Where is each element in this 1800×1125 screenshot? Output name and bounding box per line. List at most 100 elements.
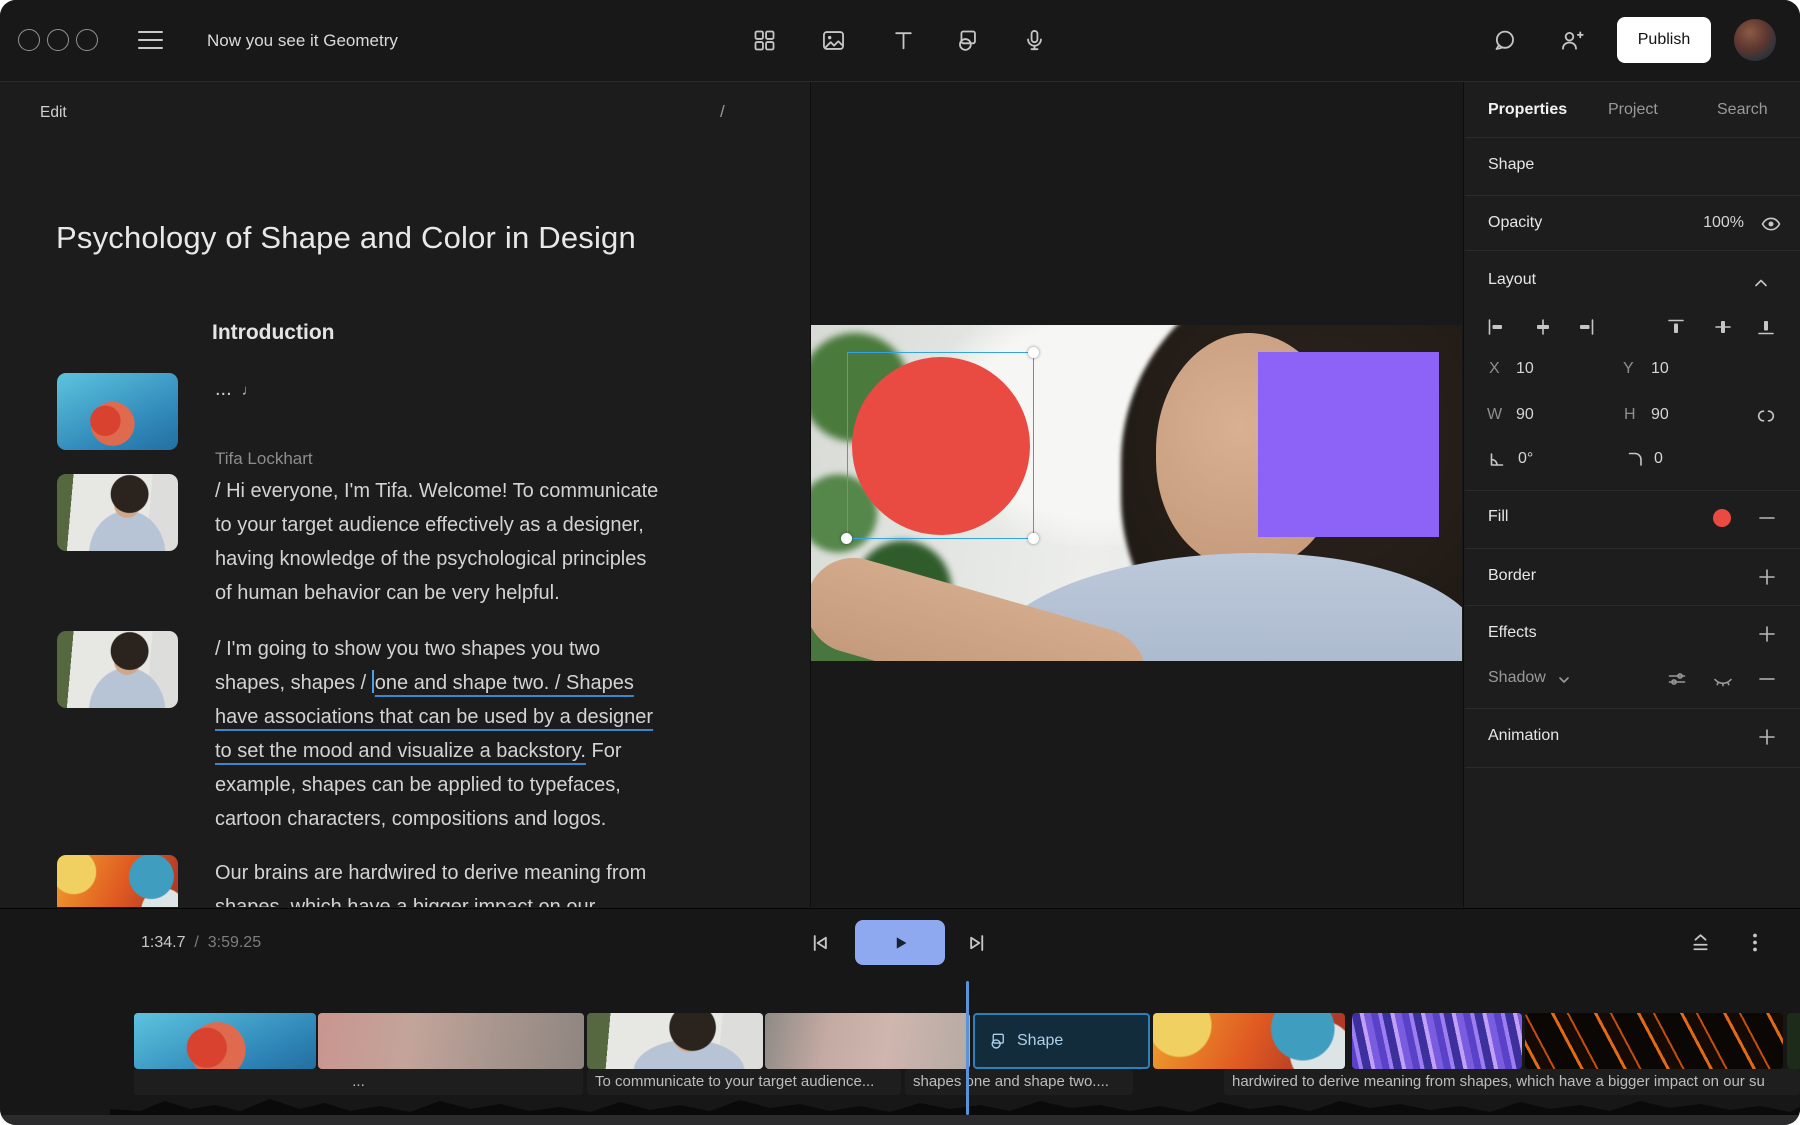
timeline-clip-blur-2[interactable]: [765, 1013, 970, 1069]
scene-thumbnail-speaker-wave[interactable]: [57, 474, 178, 551]
window-controls: [18, 29, 98, 51]
border-add-plus-icon[interactable]: [1755, 565, 1779, 589]
fill-remove-minus-icon[interactable]: [1755, 506, 1779, 530]
speaker-name[interactable]: Tifa Lockhart: [215, 449, 313, 469]
effects-label: Effects: [1488, 624, 1537, 642]
timeline-clip-speaker[interactable]: [587, 1013, 763, 1069]
opacity-label: Opacity: [1488, 214, 1542, 232]
timeline-clip-shape-selected[interactable]: Shape: [973, 1013, 1150, 1069]
scene-thumbnail-paint[interactable]: [57, 855, 178, 907]
shape-clip-icon: [987, 1031, 1007, 1051]
playhead[interactable]: [966, 981, 969, 1115]
effects-add-plus-icon[interactable]: [1755, 622, 1779, 646]
shadow-settings-sliders-icon[interactable]: [1665, 667, 1689, 691]
w-value[interactable]: 90: [1516, 406, 1534, 424]
layout-collapse-chevron-up-icon[interactable]: [1751, 273, 1771, 293]
app-window: Now you see it Geometry Publish Edit / P…: [0, 0, 1800, 1125]
y-label: Y: [1623, 360, 1634, 378]
timeline-clip-lava[interactable]: [1525, 1013, 1783, 1069]
w-label: W: [1487, 406, 1502, 424]
record-mic-icon[interactable]: [1021, 27, 1048, 54]
more-options-kebab-icon[interactable]: [1744, 929, 1766, 956]
align-bottom-icon[interactable]: [1755, 316, 1777, 338]
text-cursor: [372, 670, 374, 693]
layout-section-header: Layout: [1488, 271, 1536, 289]
shadow-chevron-down-icon[interactable]: [1557, 673, 1571, 687]
skip-back-icon[interactable]: [806, 929, 834, 957]
shapes-tool-icon[interactable]: [953, 27, 980, 54]
timeline-panel: 1:34.7 / 3:59.25 Shape ... T: [0, 908, 1800, 1125]
x-label: X: [1489, 360, 1500, 378]
timeline-toggle-icon[interactable]: [1687, 929, 1714, 956]
scene-thumbnail-pool[interactable]: [57, 373, 178, 450]
corner-radius-value[interactable]: 0: [1654, 450, 1663, 468]
align-center-vertical-icon[interactable]: [1712, 316, 1734, 338]
selection-handle-top-right[interactable]: [1028, 347, 1039, 358]
paragraph-2[interactable]: / I'm going to show you two shapes you t…: [215, 632, 653, 836]
add-collaborator-icon[interactable]: [1558, 27, 1585, 54]
comments-icon[interactable]: [1491, 27, 1518, 54]
tab-project[interactable]: Project: [1608, 101, 1658, 119]
paragraph-3[interactable]: Our brains are hardwired to derive meani…: [215, 856, 646, 907]
y-value[interactable]: 10: [1651, 360, 1669, 378]
media-image-icon[interactable]: [820, 27, 847, 54]
shadow-dropdown-label[interactable]: Shadow: [1488, 669, 1546, 687]
current-time: 1:34.7: [141, 934, 185, 951]
edit-label: Edit: [40, 104, 67, 122]
selection-bounding-box[interactable]: [847, 352, 1034, 539]
x-value[interactable]: 10: [1516, 360, 1534, 378]
menu-icon[interactable]: [138, 31, 163, 49]
layouts-icon[interactable]: [751, 27, 778, 54]
tab-search[interactable]: Search: [1717, 101, 1768, 119]
selection-handle-bottom-right[interactable]: [1028, 533, 1039, 544]
text-tool-icon[interactable]: [890, 27, 917, 54]
constrain-proportions-link-icon[interactable]: [1754, 404, 1778, 428]
section-heading[interactable]: Introduction: [212, 321, 334, 345]
rotation-angle-icon: [1486, 448, 1508, 470]
canvas-purple-square[interactable]: [1258, 352, 1439, 537]
opacity-value[interactable]: 100%: [1686, 214, 1744, 232]
shape-section-header: Shape: [1488, 156, 1534, 174]
animation-add-plus-icon[interactable]: [1755, 725, 1779, 749]
properties-panel: Properties Project Search Shape Opacity …: [1463, 82, 1800, 907]
selection-handle-bottom-left[interactable]: [841, 533, 852, 544]
skip-forward-icon[interactable]: [963, 929, 991, 957]
timeline-clip-green-edge[interactable]: [1787, 1013, 1800, 1069]
audio-gap-marker[interactable]: ...♩: [215, 378, 257, 401]
align-left-icon[interactable]: [1485, 316, 1507, 338]
window-bottom-edge: [0, 1115, 1800, 1125]
user-avatar[interactable]: [1734, 19, 1776, 61]
audio-waveform: [110, 1091, 1800, 1115]
h-value[interactable]: 90: [1651, 406, 1669, 424]
align-center-horizontal-icon[interactable]: [1532, 316, 1554, 338]
align-right-icon[interactable]: [1575, 316, 1597, 338]
shadow-remove-minus-icon[interactable]: [1755, 667, 1779, 691]
border-label: Border: [1488, 567, 1536, 585]
timeline-clip-paint[interactable]: [1153, 1013, 1345, 1069]
fill-color-swatch[interactable]: [1713, 509, 1731, 527]
window-zoom-button[interactable]: [76, 29, 98, 51]
opacity-visibility-eye-icon[interactable]: [1759, 212, 1783, 236]
document-title[interactable]: Psychology of Shape and Color in Design: [56, 220, 636, 256]
timeline-clip-fluid[interactable]: [1352, 1013, 1522, 1069]
timeline-clip-pool[interactable]: [134, 1013, 316, 1069]
publish-button[interactable]: Publish: [1617, 17, 1711, 63]
music-note-icon: ♩: [242, 382, 257, 399]
total-time: 3:59.25: [208, 934, 261, 951]
fill-label: Fill: [1488, 508, 1508, 526]
project-title: Now you see it Geometry: [207, 0, 398, 81]
shadow-hidden-eye-closed-icon[interactable]: [1711, 667, 1735, 691]
slash-command-hint: /: [720, 102, 725, 122]
window-minimize-button[interactable]: [47, 29, 69, 51]
window-close-button[interactable]: [18, 29, 40, 51]
shape-clip-label: Shape: [1017, 1032, 1063, 1050]
scene-thumbnail-speaker-smile[interactable]: [57, 631, 178, 708]
rotation-value[interactable]: 0°: [1518, 450, 1533, 468]
tab-properties[interactable]: Properties: [1488, 101, 1567, 119]
title-bar: Now you see it Geometry Publish: [0, 0, 1800, 82]
paragraph-1[interactable]: / Hi everyone, I'm Tifa. Welcome! To com…: [215, 474, 658, 610]
time-display: 1:34.7 / 3:59.25: [141, 934, 261, 952]
timeline-clip-blur-1[interactable]: [318, 1013, 584, 1069]
align-top-icon[interactable]: [1665, 316, 1687, 338]
play-button[interactable]: [855, 920, 945, 965]
